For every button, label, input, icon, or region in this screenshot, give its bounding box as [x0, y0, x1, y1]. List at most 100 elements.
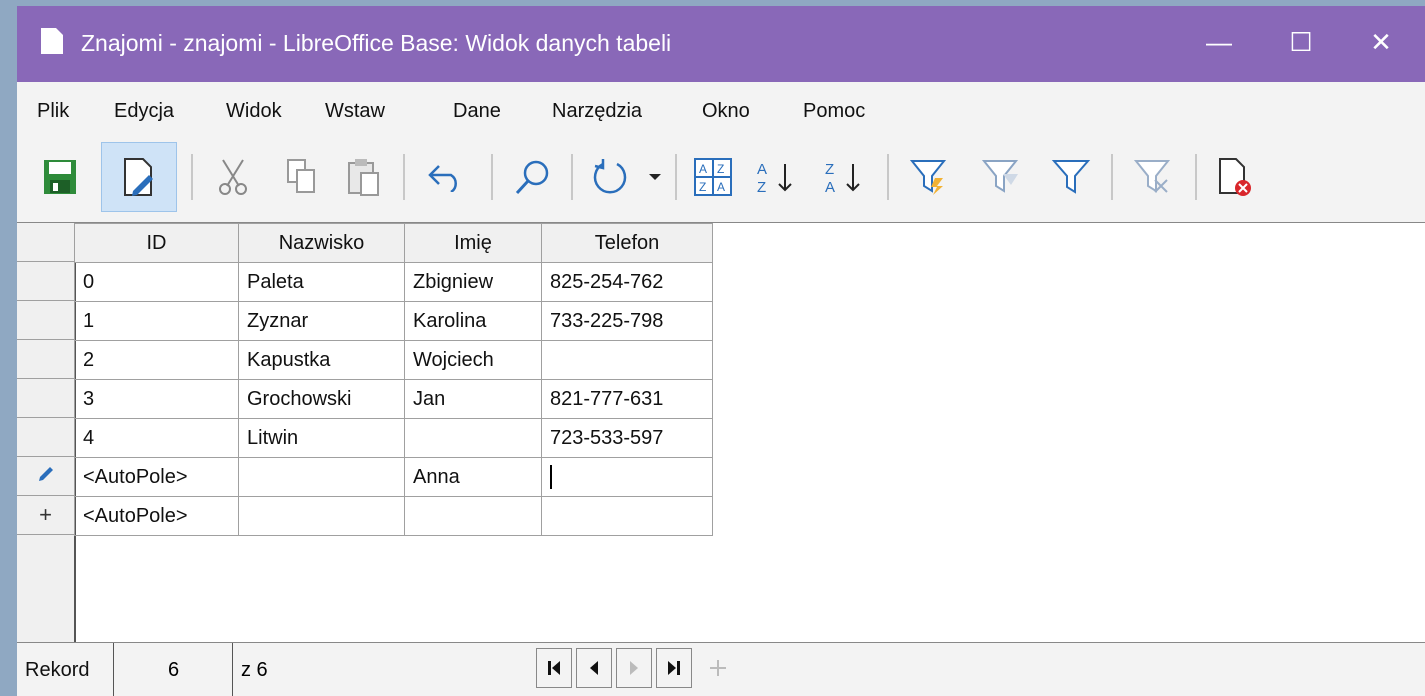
- apply-filter-icon[interactable]: [1043, 142, 1099, 212]
- maximize-button[interactable]: ☐: [1273, 20, 1329, 64]
- svg-text:Z: Z: [825, 161, 834, 178]
- svg-text:Z: Z: [757, 179, 766, 196]
- menu-wstaw[interactable]: Wstaw: [325, 100, 385, 123]
- cell-telefon-editing[interactable]: [541, 457, 713, 497]
- minimize-button[interactable]: —: [1191, 20, 1247, 64]
- new-record-button[interactable]: [700, 648, 736, 688]
- window-title: Znajomi - znajomi - LibreOffice Base: Wi…: [81, 30, 672, 56]
- menu-dane[interactable]: Dane: [453, 100, 501, 123]
- sort-ascending-icon[interactable]: AZ: [749, 142, 807, 212]
- autofilter-icon[interactable]: [901, 142, 957, 212]
- cell-imie[interactable]: [404, 418, 542, 458]
- row-header[interactable]: [17, 262, 74, 301]
- row-header-column: +: [17, 223, 76, 643]
- svg-text:A: A: [757, 161, 767, 178]
- record-number-field[interactable]: 6: [115, 643, 233, 696]
- new-record-icon: +: [39, 502, 52, 527]
- record-label: Rekord: [17, 643, 114, 696]
- save-icon[interactable]: [35, 142, 85, 212]
- column-header-telefon[interactable]: Telefon: [541, 223, 713, 263]
- table-row: 0 Paleta Zbigniew 825-254-762: [74, 262, 713, 302]
- column-header-id[interactable]: ID: [74, 223, 239, 263]
- cell-telefon[interactable]: 723-533-597: [541, 418, 713, 458]
- document-icon: [41, 28, 63, 54]
- table-row: 3 Grochowski Jan 821-777-631: [74, 379, 713, 419]
- toolbar-separator: [191, 154, 193, 200]
- toolbar-separator: [1111, 154, 1113, 200]
- cell-nazwisko[interactable]: Paleta: [238, 262, 405, 302]
- toolbar-separator: [571, 154, 573, 200]
- remove-filter-icon[interactable]: [1125, 142, 1181, 212]
- pencil-icon: [37, 463, 55, 489]
- toolbar-separator: [1195, 154, 1197, 200]
- cell-imie[interactable]: Anna: [404, 457, 542, 497]
- toolbar: AZZA AZ ZA: [17, 132, 1425, 222]
- sort-descending-icon[interactable]: ZA: [817, 142, 875, 212]
- menu-plik[interactable]: Plik: [37, 100, 69, 123]
- table-row: 4 Litwin 723-533-597: [74, 418, 713, 458]
- sort-icon[interactable]: AZZA: [687, 142, 739, 212]
- refresh-icon[interactable]: [583, 142, 639, 212]
- refresh-dropdown-icon[interactable]: [643, 142, 667, 212]
- cell-imie[interactable]: Jan: [404, 379, 542, 419]
- menu-okno[interactable]: Okno: [702, 100, 750, 123]
- cut-icon[interactable]: [209, 142, 257, 212]
- cell-telefon[interactable]: 825-254-762: [541, 262, 713, 302]
- row-header[interactable]: [17, 301, 74, 340]
- row-header[interactable]: +: [17, 496, 74, 535]
- cell-imie[interactable]: Wojciech: [404, 340, 542, 380]
- menu-edycja[interactable]: Edycja: [114, 100, 174, 123]
- cell-nazwisko[interactable]: Zyznar: [238, 301, 405, 341]
- cell-id[interactable]: <AutoPole>: [74, 496, 239, 536]
- table-row-editing: <AutoPole> Anna: [74, 457, 713, 497]
- title-bar: Znajomi - znajomi - LibreOffice Base: Wi…: [17, 6, 1425, 82]
- cell-nazwisko[interactable]: Grochowski: [238, 379, 405, 419]
- previous-record-button[interactable]: [576, 648, 612, 688]
- table-row-new: <AutoPole>: [74, 496, 713, 536]
- svg-text:A: A: [825, 179, 835, 196]
- cell-id[interactable]: 4: [74, 418, 239, 458]
- delete-record-icon[interactable]: [1207, 142, 1263, 212]
- cell-nazwisko[interactable]: Kapustka: [238, 340, 405, 380]
- first-record-button[interactable]: [536, 648, 572, 688]
- table-row: 1 Zyznar Karolina 733-225-798: [74, 301, 713, 341]
- cell-telefon[interactable]: 733-225-798: [541, 301, 713, 341]
- cell-id[interactable]: <AutoPole>: [74, 457, 239, 497]
- row-header[interactable]: [17, 418, 74, 457]
- cell-nazwisko[interactable]: [238, 496, 405, 536]
- cell-telefon[interactable]: 821-777-631: [541, 379, 713, 419]
- cell-id[interactable]: 1: [74, 301, 239, 341]
- find-icon[interactable]: [505, 142, 561, 212]
- svg-text:A: A: [717, 180, 725, 194]
- last-record-button[interactable]: [656, 648, 692, 688]
- menu-widok[interactable]: Widok: [226, 100, 282, 123]
- copy-icon[interactable]: [277, 142, 325, 212]
- toolbar-separator: [491, 154, 493, 200]
- svg-text:Z: Z: [699, 180, 706, 194]
- menu-narzedzia[interactable]: Narzędzia: [552, 100, 642, 123]
- cell-imie[interactable]: Karolina: [404, 301, 542, 341]
- row-header[interactable]: [17, 340, 74, 379]
- cell-telefon[interactable]: [541, 496, 713, 536]
- cell-id[interactable]: 0: [74, 262, 239, 302]
- cell-nazwisko[interactable]: [238, 457, 405, 497]
- next-record-button[interactable]: [616, 648, 652, 688]
- row-header[interactable]: [17, 379, 74, 418]
- data-grid: + ID Nazwisko Imię Telefon 0 Paleta Zbig…: [17, 222, 1425, 643]
- row-header[interactable]: [17, 457, 74, 496]
- menu-pomoc[interactable]: Pomoc: [803, 100, 865, 123]
- close-button[interactable]: ✕: [1353, 20, 1409, 64]
- undo-icon[interactable]: [421, 142, 471, 212]
- paste-icon[interactable]: [339, 142, 389, 212]
- cell-id[interactable]: 3: [74, 379, 239, 419]
- column-header-imie[interactable]: Imię: [404, 223, 542, 263]
- record-total: z 6: [241, 658, 268, 681]
- column-header-nazwisko[interactable]: Nazwisko: [238, 223, 405, 263]
- cell-imie[interactable]: [404, 496, 542, 536]
- cell-nazwisko[interactable]: Litwin: [238, 418, 405, 458]
- cell-id[interactable]: 2: [74, 340, 239, 380]
- cell-telefon[interactable]: [541, 340, 713, 380]
- standard-filter-icon[interactable]: [973, 142, 1029, 212]
- edit-data-icon[interactable]: [101, 142, 177, 212]
- cell-imie[interactable]: Zbigniew: [404, 262, 542, 302]
